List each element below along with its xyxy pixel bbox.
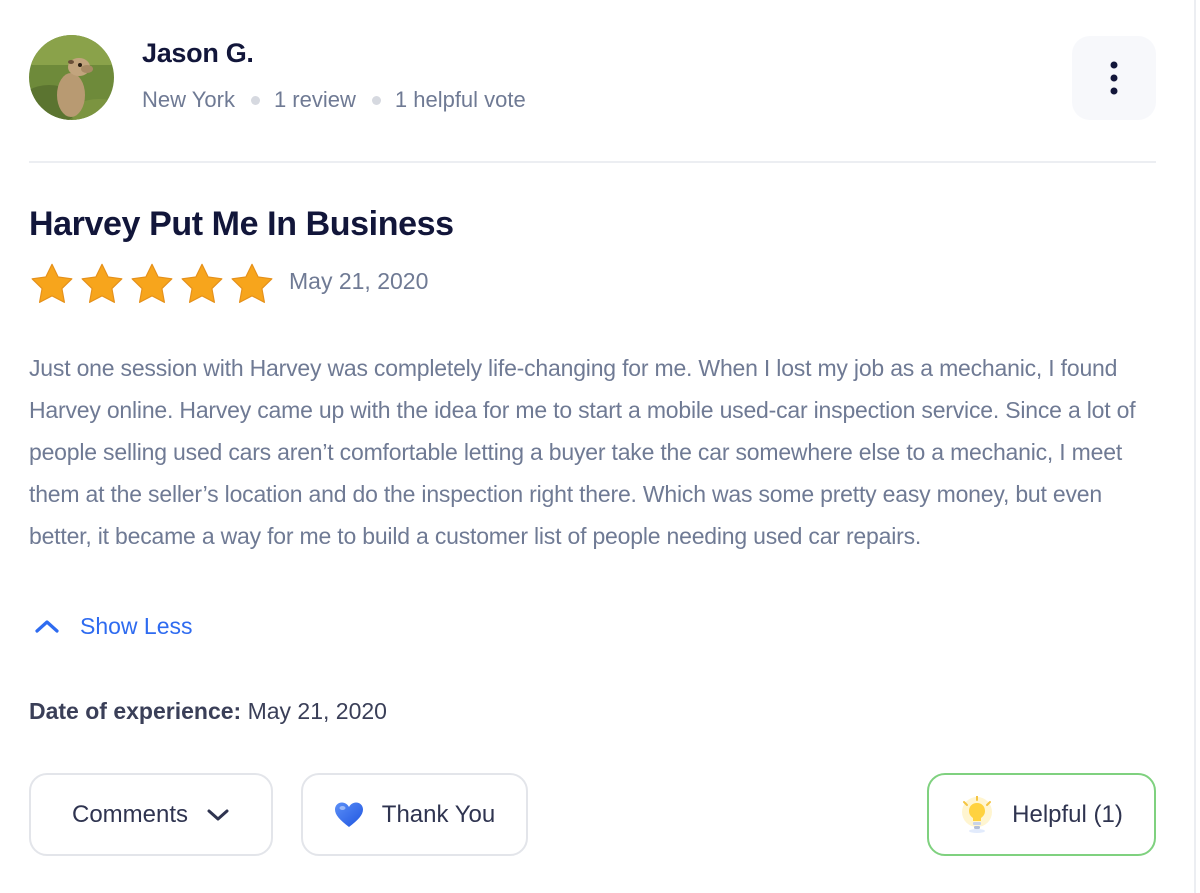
reviewer-helpful-votes: 1 helpful vote: [394, 87, 526, 112]
star-icon: [131, 263, 173, 303]
separator-dot: [250, 95, 260, 105]
reviewer-meta: New York 1 review 1 helpful vote: [142, 86, 526, 114]
heart-icon: [334, 802, 363, 827]
thank-you-label: Thank You: [381, 800, 496, 828]
comments-button[interactable]: Comments: [29, 773, 273, 856]
star-icon: [181, 263, 223, 303]
star-icon: [31, 263, 73, 303]
chevron-down-icon: [207, 809, 229, 820]
experience-label: Date of experience: [29, 698, 234, 724]
helpful-button[interactable]: Helpful (1): [927, 773, 1156, 856]
meerkat-avatar-image: [29, 35, 114, 120]
date-of-experience: Date of experience: May 21, 2020: [29, 698, 387, 725]
chevron-up-icon: [35, 620, 59, 633]
reviewer-name[interactable]: Jason G.: [142, 38, 254, 69]
star-rating: [29, 262, 275, 306]
review-title: Harvey Put Me In Business: [29, 205, 454, 243]
experience-date: May 21, 2020: [247, 698, 387, 724]
show-less-link[interactable]: Show Less: [34, 610, 193, 642]
thank-you-button[interactable]: Thank You: [301, 773, 528, 856]
vertical-ellipsis-icon: [1110, 61, 1118, 95]
review-date: May 21, 2020: [289, 268, 429, 294]
separator-dot: [371, 95, 381, 105]
header-divider: [29, 161, 1156, 163]
avatar[interactable]: [29, 35, 114, 120]
experience-colon: :: [233, 698, 242, 724]
more-options-button[interactable]: [1072, 36, 1156, 120]
helpful-label: Helpful (1): [1012, 800, 1123, 828]
star-icon: [231, 263, 273, 303]
comments-label: Comments: [71, 800, 189, 828]
review-body: Just one session with Harvey was complet…: [29, 355, 1136, 549]
review-card: Jason G. New York 1 review 1 helpful vot…: [0, 0, 1196, 893]
reviewer-review-count: 1 review: [273, 87, 356, 112]
show-less-label: Show Less: [80, 612, 193, 639]
lightbulb-icon: [962, 795, 993, 833]
reviewer-location: New York: [142, 87, 235, 112]
star-icon: [81, 263, 123, 303]
